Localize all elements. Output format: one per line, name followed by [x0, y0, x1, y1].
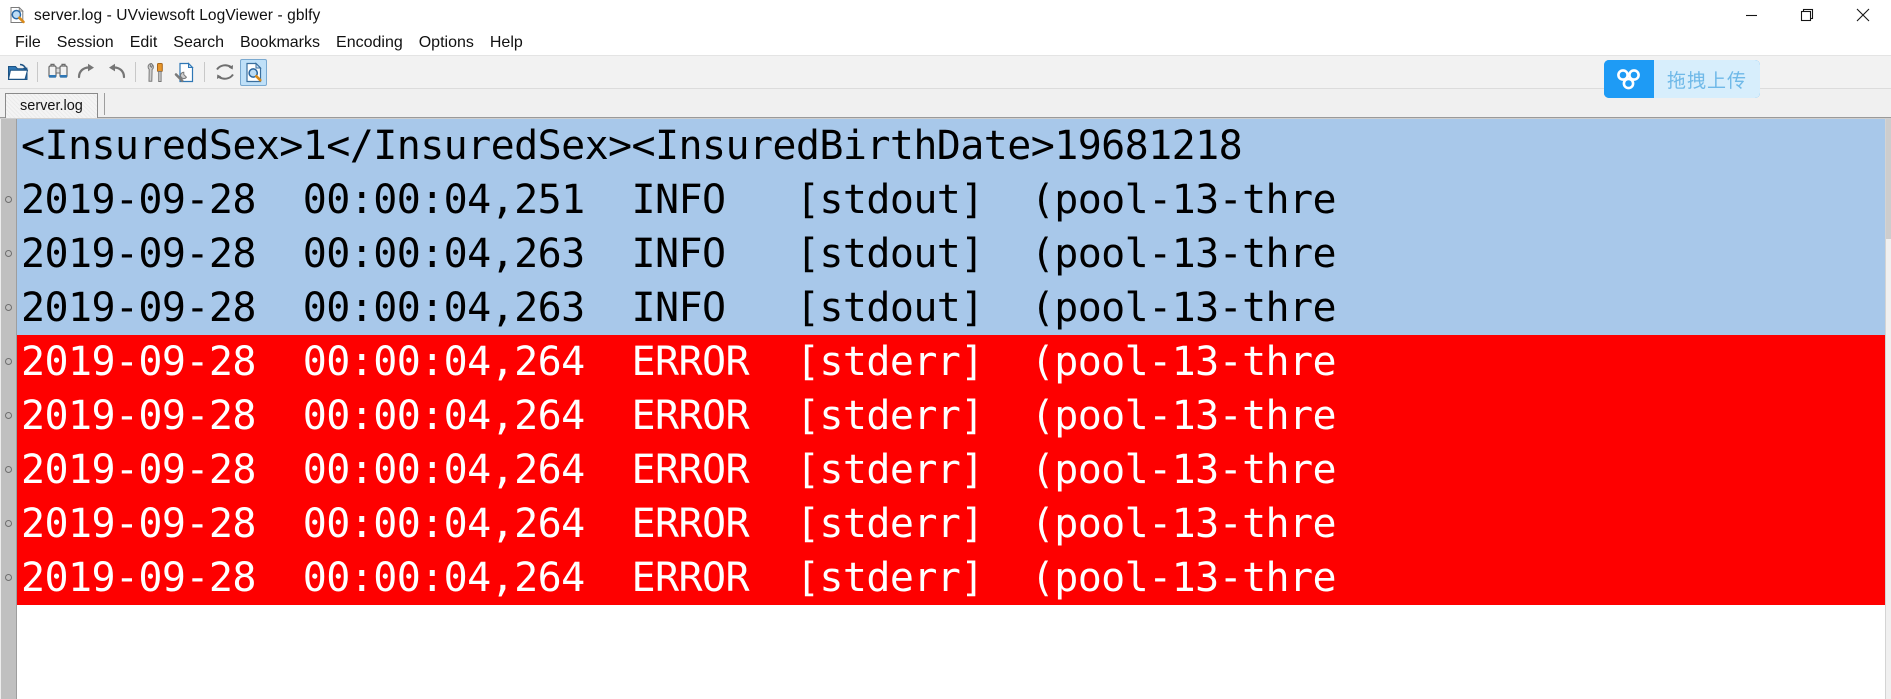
document-preview-button[interactable] [240, 58, 267, 86]
document-settings-button[interactable] [171, 59, 198, 86]
log-line[interactable]: 2019-09-28 00:00:04,251 INFO [stdout] (p… [17, 173, 1891, 227]
log-line[interactable]: 2019-09-28 00:00:04,263 INFO [stdout] (p… [17, 227, 1891, 281]
open-file-icon [7, 62, 29, 82]
tools-options-icon [145, 62, 167, 83]
vertical-scrollbar-thumb[interactable] [1886, 119, 1891, 239]
undo-button[interactable] [102, 59, 129, 86]
menu-file[interactable]: File [7, 30, 49, 55]
close-button[interactable] [1835, 0, 1891, 30]
log-line[interactable]: <InsuredSex>1</InsuredSex><InsuredBirthD… [17, 119, 1891, 173]
gutter-bookmark-marker[interactable] [5, 358, 12, 365]
tools-options-button[interactable] [142, 59, 169, 86]
title-bar-left: server.log - UVviewsoft LogViewer - gblf… [0, 6, 320, 25]
document-preview-icon [244, 61, 264, 83]
menu-search[interactable]: Search [165, 30, 232, 55]
refresh-button[interactable] [211, 59, 238, 86]
baidu-netdisk-icon [1604, 60, 1654, 98]
log-line[interactable]: 2019-09-28 00:00:04,264 ERROR [stderr] (… [17, 443, 1891, 497]
window-controls [1723, 0, 1891, 30]
gutter-bookmark-marker[interactable] [5, 250, 12, 257]
gutter-bookmark-marker[interactable] [5, 466, 12, 473]
window-title: server.log - UVviewsoft LogViewer - gblf… [34, 6, 321, 24]
toolbar-separator [135, 62, 136, 82]
title-bar: server.log - UVviewsoft LogViewer - gblf… [0, 0, 1891, 30]
log-line[interactable]: 2019-09-28 00:00:04,264 ERROR [stderr] (… [17, 389, 1891, 443]
toolbar-separator [37, 62, 38, 82]
toolbar: 拖拽上传 [0, 55, 1891, 98]
menu-bookmarks[interactable]: Bookmarks [232, 30, 328, 55]
bookmark-gutter[interactable] [0, 119, 17, 699]
menu-bar: File Session Edit Search Bookmarks Encod… [0, 30, 1891, 55]
menu-session[interactable]: Session [49, 30, 122, 55]
tab-server-log[interactable]: server.log [5, 93, 98, 118]
menu-help[interactable]: Help [482, 30, 531, 55]
gutter-bookmark-marker[interactable] [5, 520, 12, 527]
log-line[interactable]: 2019-09-28 00:00:04,264 ERROR [stderr] (… [17, 335, 1891, 389]
undo-arrow-icon [105, 62, 127, 82]
baidu-netdisk-upload-badge[interactable]: 拖拽上传 [1604, 60, 1760, 98]
menu-encoding[interactable]: Encoding [328, 30, 411, 55]
app-icon [8, 6, 27, 25]
tab-label: server.log [20, 98, 83, 114]
log-view[interactable]: <InsuredSex>1</InsuredSex><InsuredBirthD… [0, 118, 1891, 699]
refresh-reload-icon [214, 62, 236, 82]
log-line[interactable]: 2019-09-28 00:00:04,263 INFO [stdout] (p… [17, 281, 1891, 335]
logviewer-window: server.log - UVviewsoft LogViewer - gblf… [0, 0, 1891, 699]
open-file-button[interactable] [4, 59, 31, 86]
tab-strip-divider [103, 93, 105, 115]
vertical-scrollbar[interactable] [1885, 119, 1891, 699]
upload-badge-label: 拖拽上传 [1654, 60, 1760, 98]
gutter-bookmark-marker[interactable] [5, 196, 12, 203]
gutter-bookmark-marker[interactable] [5, 574, 12, 581]
restore-button[interactable] [1779, 0, 1835, 30]
gutter-bookmark-marker[interactable] [5, 304, 12, 311]
log-line[interactable]: 2019-09-28 00:00:04,264 ERROR [stderr] (… [17, 497, 1891, 551]
binoculars-find-icon [47, 62, 69, 82]
document-settings-icon [174, 61, 196, 83]
log-lines[interactable]: <InsuredSex>1</InsuredSex><InsuredBirthD… [17, 119, 1891, 699]
gutter-bookmark-marker[interactable] [5, 412, 12, 419]
find-button[interactable] [44, 59, 71, 86]
log-line[interactable]: 2019-09-28 00:00:04,264 ERROR [stderr] (… [17, 551, 1891, 605]
menu-edit[interactable]: Edit [122, 30, 166, 55]
menu-options[interactable]: Options [411, 30, 482, 55]
toolbar-separator [204, 62, 205, 82]
redo-button[interactable] [73, 59, 100, 86]
minimize-button[interactable] [1723, 0, 1779, 30]
redo-arrow-icon [76, 62, 98, 82]
